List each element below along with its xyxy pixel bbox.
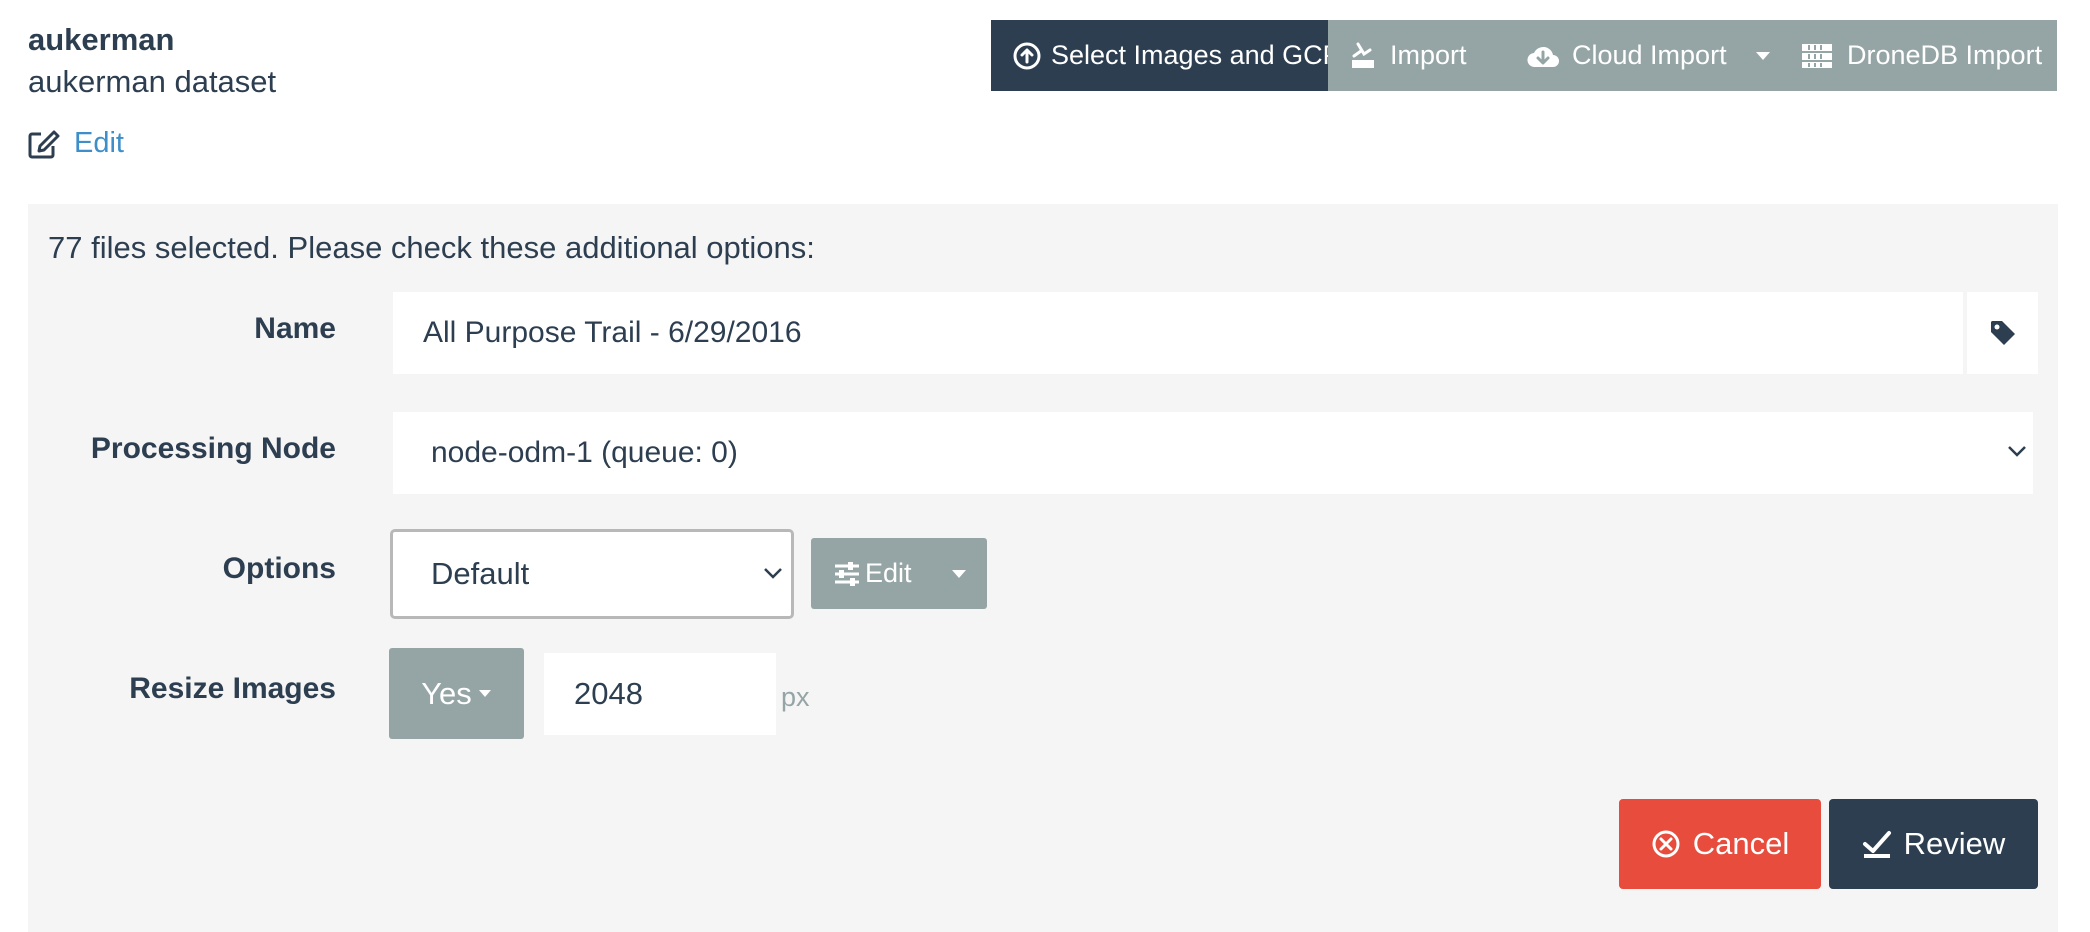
caret-down-icon[interactable] (1755, 51, 1771, 61)
options-edit-label: Edit (865, 558, 912, 588)
processing-node-label: Processing Node (90, 432, 336, 465)
cloud-import-button[interactable]: Cloud Import (1510, 20, 1789, 91)
dronedb-import-label: DroneDB Import (1847, 40, 2043, 70)
times-circle-icon (1652, 830, 1680, 858)
cancel-label: Cancel (1692, 826, 1790, 861)
name-label: Name (254, 312, 336, 345)
tag-icon (1990, 321, 2015, 345)
resize-toggle-label: Yes (421, 675, 472, 711)
task-name-input[interactable]: All Purpose Trail - 6/29/2016 (393, 292, 1963, 374)
arrow-circle-up-icon (1013, 42, 1041, 69)
select-images-label: Select Images and GCP (1051, 40, 1341, 70)
processing-node-value: node-odm-1 (queue: 0) (431, 436, 738, 469)
processing-node-select[interactable]: node-odm-1 (queue: 0) (393, 412, 2033, 494)
resize-size-input[interactable]: 2048 (544, 653, 776, 735)
tag-button[interactable] (1967, 292, 2038, 374)
options-label: Options (222, 552, 336, 585)
options-select[interactable]: Default (390, 529, 794, 619)
upload-toolbar: Select Images and GCP Import Cloud Impor… (991, 20, 2057, 91)
project-title: aukerman (28, 22, 175, 57)
import-label: Import (1390, 40, 1467, 70)
review-label: Review (1903, 826, 2006, 861)
project-description: aukerman dataset (28, 64, 277, 99)
cancel-button[interactable]: Cancel (1619, 799, 1821, 889)
edit-link-label: Edit (74, 127, 124, 159)
resize-unit-label: px (781, 682, 810, 712)
import-icon (1352, 42, 1374, 68)
new-task-panel: 77 files selected. Please check these ad… (28, 204, 2058, 932)
chevron-down-icon (2008, 446, 2026, 457)
options-dropdown-toggle[interactable] (931, 569, 987, 579)
review-button[interactable]: Review (1829, 799, 2038, 889)
resize-images-label: Resize Images (129, 672, 336, 705)
options-edit-button[interactable]: Edit (811, 538, 987, 609)
select-images-button[interactable]: Select Images and GCP (991, 20, 1341, 91)
import-button[interactable]: Import (1328, 20, 1510, 91)
sliders-icon (835, 561, 859, 586)
chevron-down-icon (764, 568, 782, 579)
check-review-icon (1862, 831, 1891, 858)
cloud-download-icon (1527, 46, 1559, 67)
edit-project-link[interactable]: Edit (28, 127, 124, 160)
edit-icon (28, 130, 60, 158)
dronedb-import-button[interactable]: DroneDB Import (1789, 20, 2057, 91)
caret-down-icon (478, 690, 491, 697)
files-selected-message: 77 files selected. Please check these ad… (48, 230, 815, 265)
caret-down-icon (952, 569, 966, 578)
cloud-import-label: Cloud Import (1572, 40, 1727, 70)
options-value: Default (431, 556, 530, 591)
options-edit-main[interactable]: Edit (811, 558, 931, 589)
server-icon (1802, 43, 1832, 68)
resize-toggle-button[interactable]: Yes (389, 648, 524, 739)
